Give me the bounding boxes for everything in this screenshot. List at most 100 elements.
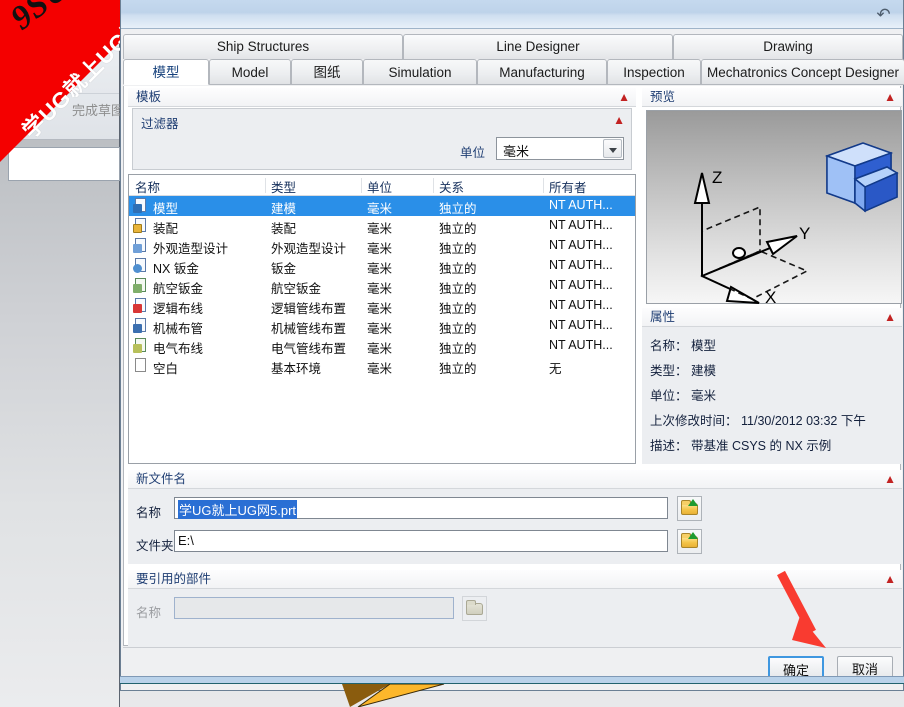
background-nx-window: 完成草图 — [0, 0, 124, 707]
table-row[interactable]: 电气布线 电气管线布置 毫米 独立的 NT AUTH... — [129, 336, 635, 356]
collapse-chevron-icon[interactable]: ▲ — [884, 472, 896, 486]
cell-owner: NT AUTH... — [549, 278, 613, 292]
cell-name: 装配 — [153, 222, 179, 236]
cell-relation: 独立的 — [439, 322, 477, 336]
dialog-tab-row-secondary: Ship Structures Line Designer Drawing — [123, 34, 903, 59]
section-header-preview[interactable]: 预览 ▲ — [642, 88, 902, 107]
cell-type: 装配 — [271, 222, 297, 236]
template-preview-image: Z Y X — [646, 110, 902, 305]
folder-arrow-icon — [688, 499, 698, 506]
tab-inspection[interactable]: Inspection — [607, 59, 701, 85]
chevron-down-icon[interactable] — [603, 139, 622, 158]
column-header-name[interactable]: 名称 — [135, 177, 160, 196]
table-row[interactable]: 航空钣金 航空钣金 毫米 独立的 NT AUTH... — [129, 276, 635, 296]
column-header-relation[interactable]: 关系 — [439, 177, 464, 196]
file-name-browse-button[interactable] — [677, 496, 702, 521]
sketch-icon[interactable] — [10, 95, 12, 111]
sheet-icon[interactable] — [62, 7, 64, 23]
section-header-parts-to-reference[interactable]: 要引用的部件 ▲ — [128, 570, 902, 589]
cell-unit: 毫米 — [367, 202, 393, 216]
cell-owner: NT AUTH... — [549, 338, 613, 352]
column-header-type[interactable]: 类型 — [271, 177, 296, 196]
tab-model[interactable]: Model — [209, 59, 291, 85]
cell-relation: 独立的 — [439, 302, 477, 316]
model-template-icon — [133, 198, 148, 213]
folder-browse-icon — [466, 600, 483, 615]
finish-sketch-label: 完成草图 — [72, 103, 125, 118]
property-value: 模型 — [691, 339, 717, 353]
tab-drawing-cn[interactable]: 图纸 — [291, 59, 363, 85]
tab-drawing[interactable]: Drawing — [673, 34, 903, 59]
reference-browse-button — [462, 596, 487, 621]
tab-line-designer[interactable]: Line Designer — [403, 34, 673, 59]
folder-browse-button[interactable] — [677, 529, 702, 554]
cell-type: 航空钣金 — [271, 282, 322, 296]
cell-name: 机械布管 — [153, 322, 204, 336]
table-row[interactable]: 装配 装配 毫米 独立的 NT AUTH... — [129, 216, 635, 236]
blank-template-icon — [133, 358, 148, 373]
section-header-properties[interactable]: 属性 ▲ — [642, 308, 902, 327]
cell-unit: 毫米 — [367, 282, 393, 296]
table-row[interactable]: 模型 建模 毫米 独立的 NT AUTH... — [129, 196, 635, 216]
refresh-icon[interactable]: ↶ — [874, 5, 893, 24]
template-list[interactable]: 名称 类型 单位 关系 所有者 模型 建模 毫米 独立的 NT AUTH... … — [128, 174, 636, 464]
shape-studio-icon — [133, 238, 148, 253]
property-label: 描述： — [650, 439, 688, 453]
property-value: 毫米 — [691, 389, 717, 403]
cell-owner: NT AUTH... — [549, 318, 613, 332]
cell-name: 电气布线 — [153, 342, 204, 356]
tab-simulation[interactable]: Simulation — [363, 59, 477, 85]
cell-owner: NT AUTH... — [549, 218, 613, 232]
assembly-template-icon — [133, 218, 148, 233]
section-header-new-file-name[interactable]: 新文件名 ▲ — [128, 470, 902, 489]
new-file-name-panel: 名称 学UG就上UG网5.prt 文件夹 E:\ — [128, 489, 902, 564]
unit-select[interactable]: 毫米 — [496, 137, 624, 160]
tab-manufacturing[interactable]: Manufacturing — [477, 59, 607, 85]
cell-owner: NT AUTH... — [549, 258, 613, 272]
datum-icon[interactable] — [100, 7, 102, 23]
cell-type: 建模 — [271, 202, 297, 216]
table-row[interactable]: 机械布管 机械管线布置 毫米 独立的 NT AUTH... — [129, 316, 635, 336]
property-type-row: 类型： 建模 — [650, 360, 716, 379]
folder-label: 文件夹 — [136, 539, 174, 553]
section-title-parts-to-reference: 要引用的部件 — [136, 572, 212, 586]
property-unit-row: 单位： 毫米 — [650, 385, 716, 404]
column-header-owner[interactable]: 所有者 — [549, 177, 587, 196]
chevron-down-icon[interactable] — [74, 66, 84, 72]
cell-type: 外观造型设计 — [271, 242, 347, 256]
cell-relation: 独立的 — [439, 282, 477, 296]
reference-name-label: 名称 — [136, 606, 162, 620]
revolve-icon[interactable] — [84, 51, 86, 67]
cell-unit: 毫米 — [367, 322, 393, 336]
table-row[interactable]: 外观造型设计 外观造型设计 毫米 独立的 NT AUTH... — [129, 236, 635, 256]
extrude-icon[interactable] — [42, 53, 44, 69]
mechanical-routing-icon — [133, 318, 148, 333]
folder-input[interactable]: E:\ — [174, 530, 668, 552]
collapse-chevron-icon[interactable]: ▲ — [884, 310, 896, 324]
cell-relation: 独立的 — [439, 222, 477, 236]
background-command-input[interactable] — [8, 147, 120, 181]
unit-label: 单位 — [460, 146, 486, 160]
cell-type: 逻辑管线布置 — [271, 302, 347, 316]
column-header-unit[interactable]: 单位 — [367, 177, 392, 196]
cell-type: 机械管线布置 — [271, 322, 347, 336]
file-name-input[interactable]: 学UG就上UG网5.prt — [174, 497, 668, 519]
section-header-template[interactable]: 模板 ▲ — [128, 88, 636, 107]
collapse-chevron-icon[interactable]: ▲ — [884, 90, 896, 104]
sheet-metal-icon — [133, 258, 148, 273]
tab-ship-structures[interactable]: Ship Structures — [123, 34, 403, 59]
tab-model-cn[interactable]: 模型 — [123, 59, 209, 85]
tab-mechatronics-concept-designer[interactable]: Mechatronics Concept Designer — [701, 59, 904, 85]
cell-owner: NT AUTH... — [549, 198, 613, 212]
table-row[interactable]: 逻辑布线 逻辑管线布置 毫米 独立的 NT AUTH... — [129, 296, 635, 316]
finish-sketch-flag-icon[interactable] — [44, 95, 46, 111]
reference-name-input[interactable] — [174, 597, 454, 619]
collapse-chevron-icon[interactable]: ▲ — [884, 572, 896, 586]
filter-collapse-chevron-icon[interactable]: ▲ — [613, 113, 625, 127]
cell-relation: 独立的 — [439, 202, 477, 216]
table-row[interactable]: 空白 基本环境 毫米 独立的 无 — [129, 356, 635, 376]
properties-panel: 名称： 模型 类型： 建模 单位： 毫米 上次修改时间： 11/30/2012 … — [642, 327, 902, 464]
table-row[interactable]: NX 钣金 钣金 毫米 独立的 NT AUTH... — [129, 256, 635, 276]
file-name-value: 学UG就上UG网5.prt — [178, 500, 298, 519]
collapse-chevron-icon[interactable]: ▲ — [618, 90, 630, 104]
